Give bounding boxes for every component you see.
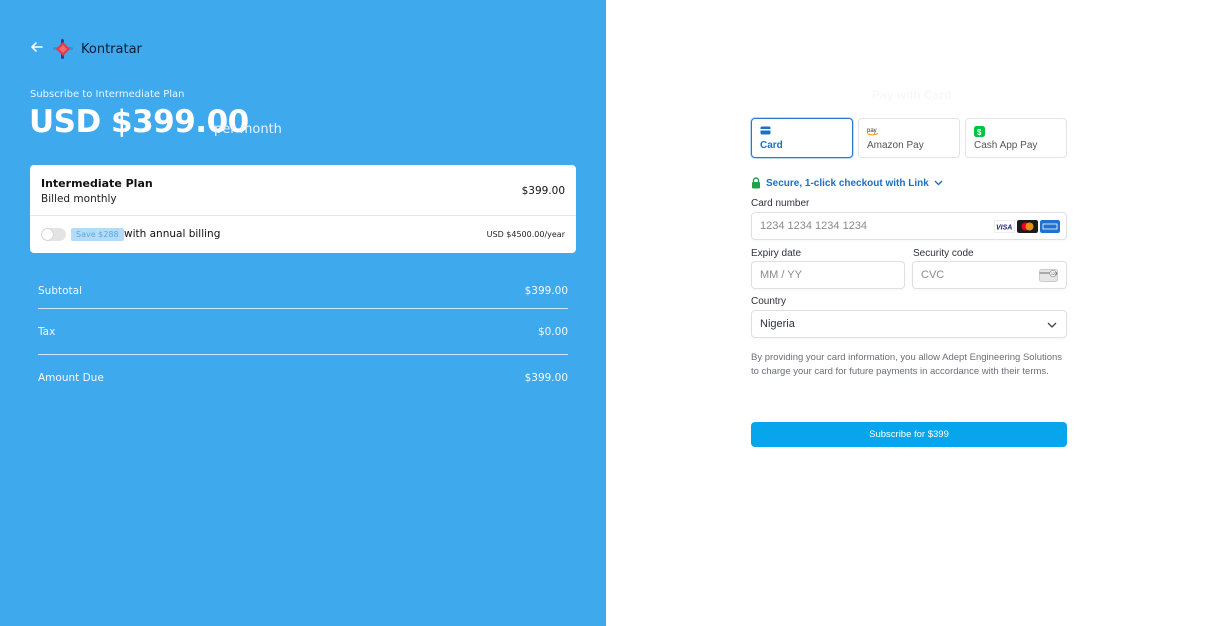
plan-line-price: $399.00 (521, 185, 565, 197)
cvc-card-icon: 123 (1039, 269, 1058, 282)
amazon-pay-icon: pay (867, 128, 879, 136)
tax-value: $0.00 (537, 326, 568, 338)
back-arrow-icon[interactable] (30, 40, 44, 54)
card-number-input[interactable]: 1234 1234 1234 1234 VISA (751, 212, 1067, 240)
card-number-label: Card number (751, 198, 810, 209)
visa-icon: VISA (994, 220, 1015, 233)
consent-text: By providing your card information, you … (751, 352, 1063, 377)
brand-name: Kontratar (81, 42, 142, 57)
expiry-placeholder: MM / YY (760, 269, 802, 281)
subtotal-value: $399.00 (524, 285, 568, 297)
subscribe-button[interactable]: Subscribe for $399 (751, 422, 1067, 447)
lock-icon (752, 177, 760, 189)
security-code-placeholder: CVC (921, 269, 945, 281)
payment-method-cash-app[interactable]: $ Cash App Pay (965, 118, 1067, 158)
svg-text:VISA: VISA (996, 225, 1012, 232)
cash-app-icon: $ (974, 126, 985, 137)
order-summary-panel: Kontratar Subscribe to Intermediate Plan… (0, 0, 606, 626)
plan-card: Intermediate Plan Billed monthly $399.00… (30, 165, 576, 253)
payment-method-label: Card (760, 140, 783, 151)
svg-text:pay: pay (867, 128, 877, 134)
plan-card-header: Intermediate Plan Billed monthly $399.00 (30, 165, 576, 216)
credit-card-icon (760, 126, 771, 135)
payment-method-amazon-pay[interactable]: pay Amazon Pay (858, 118, 960, 158)
plan-name: Intermediate Plan (41, 177, 153, 190)
amex-icon (1040, 220, 1060, 233)
security-code-label: Security code (913, 248, 974, 259)
svg-text:$: $ (977, 128, 982, 137)
country-value: Nigeria (760, 318, 795, 330)
country-select[interactable]: Nigeria (751, 310, 1067, 338)
subscribe-heading: Subscribe to Intermediate Plan (30, 89, 185, 100)
tax-row: Tax $0.00 (38, 326, 568, 338)
annual-billing-toggle[interactable] (41, 228, 66, 241)
amount-due-label: Amount Due (38, 372, 104, 384)
link-checkout-toggle[interactable]: Secure, 1-click checkout with Link (751, 176, 943, 190)
payment-section-title: Pay with Card (872, 88, 952, 102)
link-checkout-label: Secure, 1-click checkout with Link (766, 177, 929, 189)
summary-divider (38, 308, 568, 309)
chevron-down-icon (934, 180, 943, 186)
amount-due-row: Amount Due $399.00 (38, 372, 568, 384)
payment-method-card[interactable]: Card (751, 118, 853, 158)
plan-billing-frequency: Billed monthly (41, 193, 117, 205)
card-number-placeholder: 1234 1234 1234 1234 (760, 220, 868, 232)
svg-text:123: 123 (1051, 272, 1057, 276)
billing-period: per month (214, 122, 282, 137)
security-code-input[interactable]: CVC 123 (912, 261, 1067, 289)
kontratar-logo-icon (53, 39, 73, 59)
amount-due-value: $399.00 (524, 372, 568, 384)
country-label: Country (751, 296, 787, 307)
annual-price: USD $4500.00/year (486, 230, 565, 239)
chevron-down-icon (1047, 322, 1057, 328)
expiry-label: Expiry date (751, 248, 802, 259)
payment-method-label: Cash App Pay (974, 140, 1038, 151)
subtotal-label: Subtotal (38, 285, 82, 297)
payment-method-label: Amazon Pay (867, 140, 924, 151)
summary-divider (38, 354, 568, 355)
mastercard-icon (1017, 220, 1038, 233)
expiry-input[interactable]: MM / YY (751, 261, 905, 289)
save-badge: Save $288 (71, 228, 124, 241)
tax-label: Tax (38, 326, 56, 338)
subtotal-row: Subtotal $399.00 (38, 285, 568, 297)
annual-billing-label: with annual billing (124, 228, 221, 240)
